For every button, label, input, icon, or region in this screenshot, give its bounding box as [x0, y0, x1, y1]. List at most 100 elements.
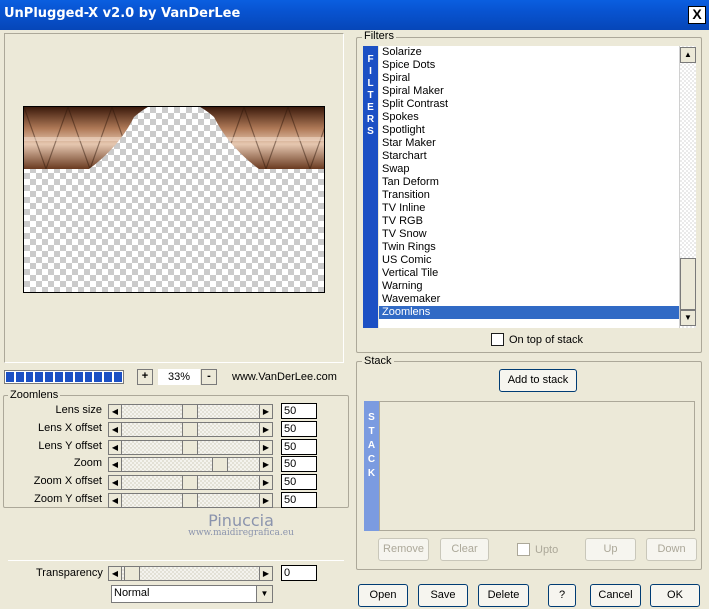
filter-list-scrollbar[interactable]: ▲ ▼ — [679, 46, 696, 328]
upto-checkbox[interactable] — [517, 543, 530, 556]
zoom-x-offset-value[interactable]: 50 — [281, 474, 317, 490]
zoom-slider[interactable] — [122, 457, 259, 472]
lens-y-offset-value[interactable]: 50 — [281, 439, 317, 455]
zoom-in-button[interactable]: + — [137, 369, 153, 385]
list-item[interactable]: Vertical Tile — [379, 267, 679, 280]
list-item[interactable]: Spiral — [379, 72, 679, 85]
arrow-left-icon[interactable]: ◀ — [108, 493, 122, 508]
list-item[interactable]: Tan Deform — [379, 176, 679, 189]
lens-y-offset-label: Lens Y offset — [38, 440, 102, 452]
preview-image[interactable] — [23, 106, 325, 293]
arrow-right-icon[interactable]: ▶ — [259, 404, 273, 419]
list-item[interactable]: Spice Dots — [379, 59, 679, 72]
lens-y-offset-slider-thumb[interactable] — [182, 440, 198, 455]
arrow-left-icon[interactable]: ◀ — [108, 475, 122, 490]
list-item[interactable]: Twin Rings — [379, 241, 679, 254]
arrow-right-icon[interactable]: ▶ — [259, 566, 273, 581]
progress-bar — [4, 370, 124, 384]
zoom-y-offset-slider-thumb[interactable] — [182, 493, 198, 508]
lens-size-value[interactable]: 50 — [281, 403, 317, 419]
arrow-up-icon[interactable]: ▲ — [680, 47, 696, 63]
filter-list[interactable]: Solarize Spice Dots Spiral Spiral Maker … — [379, 46, 679, 328]
watermark: Pinuccia www.maidiregrafica.eu — [166, 511, 316, 538]
list-item[interactable]: TV Snow — [379, 228, 679, 241]
down-button[interactable]: Down — [646, 538, 697, 561]
zoom-label: Zoom — [73, 457, 102, 469]
ok-button[interactable]: OK — [650, 584, 700, 607]
remove-button[interactable]: Remove — [378, 538, 429, 561]
transparency-slider-thumb[interactable] — [124, 566, 140, 581]
transparency-label: Transparency — [36, 567, 103, 579]
list-item-selected[interactable]: Zoomlens — [379, 306, 679, 319]
list-item[interactable]: Spokes — [379, 111, 679, 124]
lens-x-offset-value[interactable]: 50 — [281, 421, 317, 437]
add-to-stack-button[interactable]: Add to stack — [499, 369, 577, 392]
clear-button[interactable]: Clear — [440, 538, 489, 561]
upto-label: Upto — [535, 544, 559, 556]
arrow-right-icon[interactable]: ▶ — [259, 422, 273, 437]
list-item[interactable]: Wavemaker — [379, 293, 679, 306]
list-item[interactable]: Warning — [379, 280, 679, 293]
stack-list[interactable] — [379, 401, 695, 531]
arrow-right-icon[interactable]: ▶ — [259, 475, 273, 490]
blend-mode-value: Normal — [114, 587, 150, 599]
arrow-right-icon[interactable]: ▶ — [259, 440, 273, 455]
lens-size-label: Lens size — [55, 404, 102, 416]
list-item[interactable]: Solarize — [379, 46, 679, 59]
arrow-right-icon[interactable]: ▶ — [259, 457, 273, 472]
zoom-x-offset-label: Zoom X offset — [33, 475, 102, 487]
list-item[interactable]: Swap — [379, 163, 679, 176]
zoom-value-box[interactable]: 50 — [281, 456, 317, 472]
delete-button[interactable]: Delete — [478, 584, 529, 607]
filters-group-label: Filters — [362, 30, 396, 42]
list-item[interactable]: TV Inline — [379, 202, 679, 215]
lens-x-offset-slider-thumb[interactable] — [182, 422, 198, 437]
arrow-left-icon[interactable]: ◀ — [108, 566, 122, 581]
chevron-down-icon: ▼ — [256, 586, 272, 602]
list-item[interactable]: TV RGB — [379, 215, 679, 228]
open-button[interactable]: Open — [358, 584, 408, 607]
list-item[interactable]: Starchart — [379, 150, 679, 163]
list-item[interactable]: Spotlight — [379, 124, 679, 137]
zoom-slider-thumb[interactable] — [212, 457, 228, 472]
zoom-x-offset-slider-thumb[interactable] — [182, 475, 198, 490]
stack-group-label: Stack — [362, 355, 394, 367]
zoom-value: 33% — [158, 369, 200, 385]
up-button[interactable]: Up — [585, 538, 636, 561]
list-item[interactable]: Transition — [379, 189, 679, 202]
transparency-value[interactable]: 0 — [281, 565, 317, 581]
lens-size-slider-thumb[interactable] — [182, 404, 198, 419]
watermark-url: www.maidiregrafica.eu — [188, 528, 294, 538]
blend-mode-select[interactable]: Normal ▼ — [111, 585, 273, 603]
divider — [8, 560, 344, 561]
help-button[interactable]: ? — [548, 584, 576, 607]
arrow-down-icon[interactable]: ▼ — [680, 310, 696, 326]
arrow-right-icon[interactable]: ▶ — [259, 493, 273, 508]
arrow-left-icon[interactable]: ◀ — [108, 404, 122, 419]
arrow-left-icon[interactable]: ◀ — [108, 422, 122, 437]
website-link[interactable]: www.VanDerLee.com — [232, 371, 337, 383]
zoom-y-offset-value[interactable]: 50 — [281, 492, 317, 508]
zoomlens-group-label: Zoomlens — [8, 389, 61, 401]
arrow-left-icon[interactable]: ◀ — [108, 440, 122, 455]
on-top-of-stack-label: On top of stack — [509, 334, 583, 346]
transparency-slider[interactable] — [122, 566, 259, 581]
list-item[interactable]: Spiral Maker — [379, 85, 679, 98]
filters-side-banner: FILTERS — [363, 46, 378, 328]
cancel-button[interactable]: Cancel — [590, 584, 641, 607]
close-button[interactable]: X — [688, 6, 706, 24]
window-title: UnPlugged-X v2.0 by VanDerLee — [4, 6, 241, 21]
list-item[interactable]: US Comic — [379, 254, 679, 267]
list-item[interactable]: Split Contrast — [379, 98, 679, 111]
lens-x-offset-label: Lens X offset — [37, 422, 102, 434]
scrollbar-thumb[interactable] — [680, 258, 696, 310]
preview-render — [24, 107, 324, 169]
zoom-out-button[interactable]: - — [201, 369, 217, 385]
close-icon: X — [692, 6, 702, 22]
stack-side-banner: STACK — [364, 401, 379, 531]
list-item[interactable]: Star Maker — [379, 137, 679, 150]
on-top-of-stack-checkbox[interactable] — [491, 333, 504, 346]
save-button[interactable]: Save — [418, 584, 468, 607]
zoom-y-offset-label: Zoom Y offset — [34, 493, 102, 505]
arrow-left-icon[interactable]: ◀ — [108, 457, 122, 472]
